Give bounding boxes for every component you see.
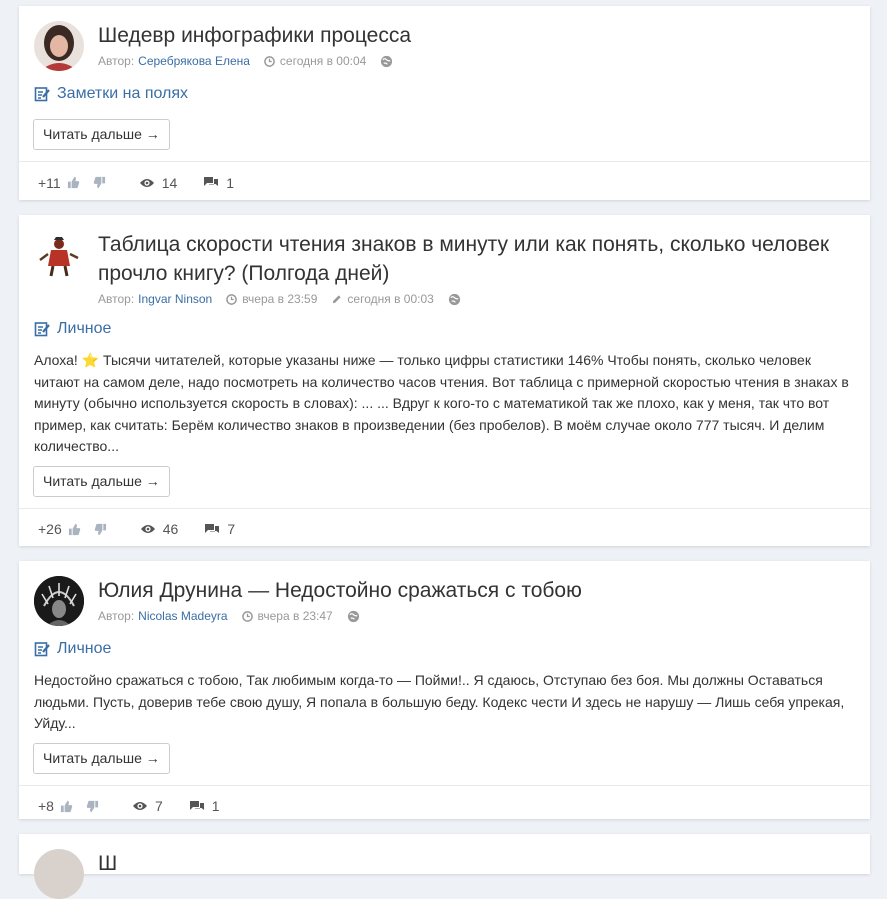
comments[interactable]: 1 [189, 798, 220, 814]
star-emoji: ⭐ [81, 352, 100, 368]
comments-count: 7 [227, 521, 236, 537]
views-count: 46 [162, 521, 179, 537]
rating-value: +26 [38, 521, 62, 537]
author-link[interactable]: Nicolas Madeyra [138, 609, 227, 623]
read-more-button[interactable]: Читать дальше → [33, 465, 170, 497]
clock-icon [226, 293, 238, 305]
post-title[interactable]: Ш [98, 849, 855, 878]
post-title[interactable]: Таблица скорости чтения знаков в минуту … [98, 230, 855, 288]
post-time: вчера в 23:59 [226, 292, 317, 306]
comments-count: 1 [226, 174, 235, 191]
globe-icon [448, 293, 460, 305]
post-card: Шедевр инфографики процесса Автор: Сереб… [19, 6, 870, 200]
post-time: сегодня в 00:04 [264, 54, 366, 68]
clock-icon [264, 55, 275, 67]
post-title[interactable]: Шедевр инфографики процесса [98, 21, 855, 50]
author-link[interactable]: Серебрякова Елена [138, 54, 250, 68]
author-label: Автор: [98, 292, 135, 306]
views: 14 [139, 174, 178, 191]
post-meta: Автор: Ingvar Ninson вчера в 23:59 сегод… [98, 292, 855, 306]
post-card: Ш [19, 834, 870, 899]
post-title[interactable]: Юлия Друнина — Недостойно сражаться с то… [98, 576, 855, 605]
rating: +11 [38, 175, 113, 191]
category-label: Личное [57, 320, 112, 337]
post-feed: Шедевр инфографики процесса Автор: Сереб… [19, 6, 870, 899]
edit-note-icon [34, 642, 50, 657]
thumbs-down-icon[interactable] [86, 800, 99, 813]
post-meta: Автор: Серебрякова Елена сегодня в 00:04 [98, 54, 855, 68]
post-excerpt: Недостойно сражаться с тобою, Так любимы… [34, 672, 845, 731]
post-time-text: вчера в 23:47 [257, 609, 333, 623]
thumbs-up-icon[interactable] [67, 176, 80, 189]
post-edited: сегодня в 00:03 [331, 292, 434, 306]
post-footer: +11 14 1 [19, 161, 870, 203]
views: 46 [140, 521, 179, 537]
excerpt-text: Тысячи читателей, которые указаны ниже —… [34, 352, 849, 454]
read-more-button[interactable]: Читать дальше → [33, 742, 170, 774]
author-avatar[interactable] [34, 21, 84, 71]
post-category[interactable]: Личное [19, 320, 870, 338]
eye-icon [139, 178, 154, 187]
comments[interactable]: 1 [203, 175, 234, 191]
author-avatar[interactable] [34, 849, 84, 899]
author-avatar[interactable] [34, 576, 84, 626]
views: 7 [132, 798, 163, 814]
globe-icon [381, 55, 393, 67]
comments-icon [204, 177, 219, 186]
comments-icon [205, 523, 220, 533]
comments-count: 1 [211, 798, 220, 814]
eye-icon [132, 802, 147, 810]
post-meta: Автор: Nicolas Madeyra вчера в 23:47 [98, 609, 855, 623]
pencil-icon [333, 294, 342, 303]
post-time: вчера в 23:47 [241, 609, 333, 623]
post-category[interactable]: Заметки на полях [19, 85, 870, 103]
views-count: 7 [154, 798, 163, 814]
author-link[interactable]: Ingvar Ninson [138, 292, 212, 306]
read-more-button[interactable]: Читать дальше → [33, 119, 170, 150]
thumbs-up-icon[interactable] [60, 800, 73, 813]
rating: +26 [38, 521, 114, 537]
eye-icon [140, 525, 155, 533]
post-card: Таблица скорости чтения знаков в минуту … [19, 215, 870, 546]
thumbs-down-icon[interactable] [93, 176, 106, 189]
post-edited-text: сегодня в 00:03 [347, 292, 434, 306]
author-avatar[interactable] [34, 230, 84, 280]
comments[interactable]: 7 [204, 521, 235, 537]
comments-icon [189, 800, 204, 810]
clock-icon [241, 610, 253, 622]
author-label: Автор: [98, 54, 135, 68]
rating-value: +11 [38, 174, 61, 191]
category-label: Заметки на полях [57, 85, 189, 102]
thumbs-down-icon[interactable] [94, 523, 107, 536]
post-footer: +8 7 1 [19, 784, 870, 827]
post-card: Юлия Друнина — Недостойно сражаться с то… [19, 561, 870, 819]
edit-note-icon [34, 87, 50, 102]
views-count: 14 [161, 174, 178, 191]
excerpt-greeting: Алоха! [34, 352, 78, 368]
author-label: Автор: [98, 609, 135, 623]
post-footer: +26 46 7 [19, 507, 870, 550]
thumbs-up-icon[interactable] [68, 523, 81, 536]
category-label: Личное [57, 640, 112, 657]
post-excerpt: Алоха! ⭐ Тысячи читателей, которые указа… [19, 350, 870, 458]
post-category[interactable]: Личное [19, 640, 870, 658]
edit-note-icon [34, 322, 50, 337]
rating: +8 [38, 798, 106, 814]
post-time-text: сегодня в 00:04 [279, 54, 367, 68]
globe-icon [347, 610, 359, 622]
rating-value: +8 [38, 798, 54, 814]
post-time-text: вчера в 23:59 [242, 292, 318, 306]
